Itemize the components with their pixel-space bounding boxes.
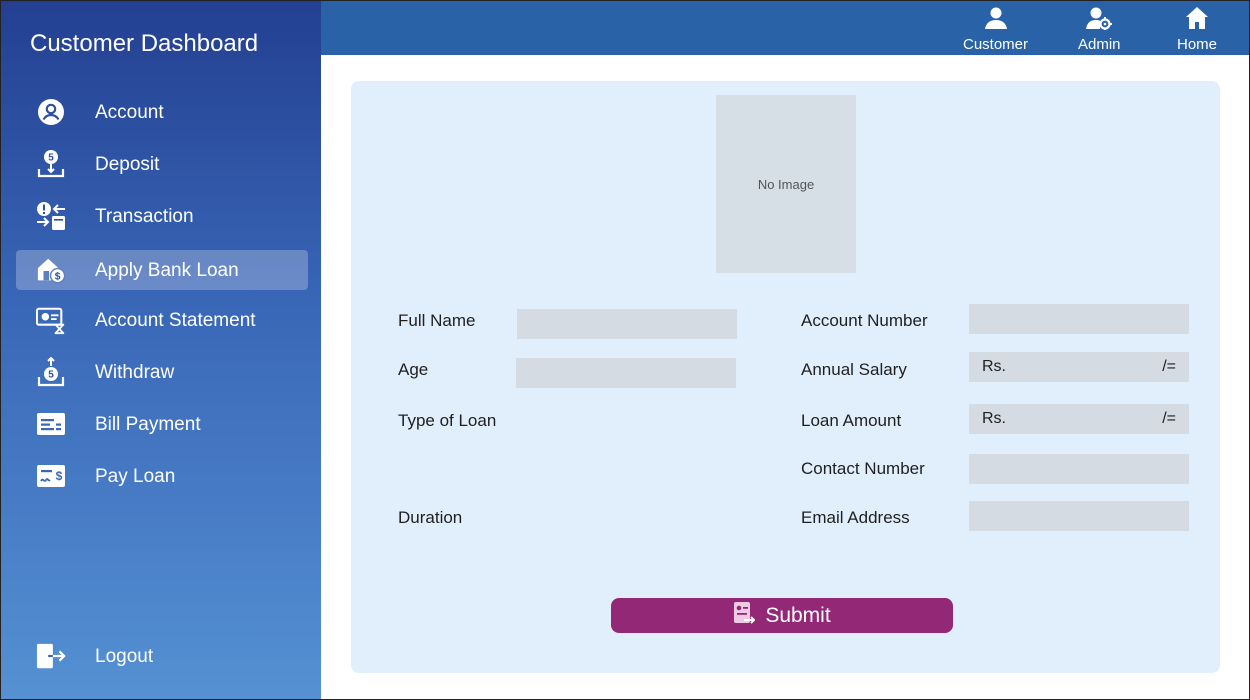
loan-amount-label: Loan Amount — [801, 411, 902, 430]
sidebar-item-account-statement[interactable]: Account Statement — [16, 300, 308, 340]
home-icon — [1185, 6, 1209, 35]
duration-label: Duration — [398, 508, 463, 527]
email-address-label: Email Address — [801, 508, 910, 527]
sidebar-item-deposit[interactable]: 5 Deposit — [16, 144, 308, 184]
sidebar-item-label: Apply Bank Loan — [95, 260, 239, 281]
currency-suffix: /= — [1162, 358, 1176, 375]
withdraw-icon: 5 — [36, 357, 66, 387]
sidebar-item-label: Pay Loan — [95, 466, 176, 487]
submit-form-icon — [733, 601, 756, 630]
submit-button[interactable]: Submit — [611, 598, 953, 633]
admin-button[interactable]: Admin — [1078, 6, 1121, 53]
age-label: Age — [398, 360, 429, 379]
svg-text:5: 5 — [48, 370, 54, 381]
sidebar-item-withdraw[interactable]: 5 Withdraw — [16, 352, 308, 392]
home-label: Home — [1177, 36, 1218, 53]
admin-gear-icon — [1086, 6, 1113, 35]
type-of-loan-label: Type of Loan — [398, 411, 497, 430]
photo-placeholder[interactable]: No Image — [716, 95, 856, 273]
sidebar-item-label: Transaction — [95, 206, 194, 227]
home-button[interactable]: Home — [1177, 6, 1218, 53]
customer-label: Customer — [963, 36, 1029, 53]
user-icon — [984, 6, 1008, 35]
sidebar-item-label: Bill Payment — [95, 414, 201, 435]
sidebar: Customer Dashboard Account 5 Deposit Tra… — [0, 0, 321, 700]
sidebar-item-account[interactable]: Account — [16, 92, 308, 132]
logout-label: Logout — [95, 646, 154, 667]
deposit-icon: 5 — [36, 150, 66, 178]
customer-button[interactable]: Customer — [963, 6, 1029, 53]
currency-prefix: Rs. — [982, 358, 1006, 375]
email-address-input[interactable] — [969, 501, 1189, 531]
statement-icon — [36, 306, 66, 335]
sidebar-item-pay-loan[interactable]: $ Pay Loan — [16, 456, 308, 496]
svg-text:$: $ — [56, 469, 63, 483]
currency-prefix: Rs. — [982, 410, 1006, 427]
svg-text:$: $ — [55, 271, 61, 282]
sidebar-item-label: Deposit — [95, 154, 160, 175]
sidebar-item-transaction[interactable]: Transaction — [16, 196, 308, 236]
transaction-icon — [36, 202, 66, 230]
sidebar-item-logout[interactable]: Logout — [16, 636, 308, 676]
full-name-label: Full Name — [398, 311, 476, 330]
svg-text:5: 5 — [48, 153, 54, 164]
top-bar: Customer Admin Home — [321, 0, 1250, 55]
logout-icon — [36, 642, 66, 670]
account-number-input[interactable] — [969, 304, 1189, 334]
full-name-input[interactable] — [517, 309, 737, 339]
annual-salary-label: Annual Salary — [801, 360, 907, 379]
submit-label: Submit — [765, 603, 831, 627]
sidebar-title: Customer Dashboard — [30, 30, 259, 57]
annual-salary-input[interactable]: Rs. /= — [969, 352, 1189, 382]
house-loan-icon: $ — [36, 256, 66, 284]
sidebar-item-label: Account Statement — [95, 310, 256, 331]
contact-number-input[interactable] — [969, 454, 1189, 484]
pay-loan-icon: $ — [36, 462, 66, 490]
admin-label: Admin — [1078, 36, 1121, 53]
currency-suffix: /= — [1162, 410, 1176, 427]
loan-amount-input[interactable]: Rs. /= — [969, 404, 1189, 434]
bill-icon — [36, 410, 66, 438]
age-input[interactable] — [516, 358, 736, 388]
sidebar-item-label: Account — [95, 102, 164, 123]
sidebar-item-apply-bank-loan[interactable]: $ Apply Bank Loan — [16, 250, 308, 290]
user-circle-icon — [36, 98, 66, 126]
sidebar-item-label: Withdraw — [95, 362, 175, 383]
sidebar-item-bill-payment[interactable]: Bill Payment — [16, 404, 308, 444]
contact-number-label: Contact Number — [801, 459, 925, 478]
account-number-label: Account Number — [801, 311, 928, 330]
no-image-text: No Image — [757, 176, 815, 192]
